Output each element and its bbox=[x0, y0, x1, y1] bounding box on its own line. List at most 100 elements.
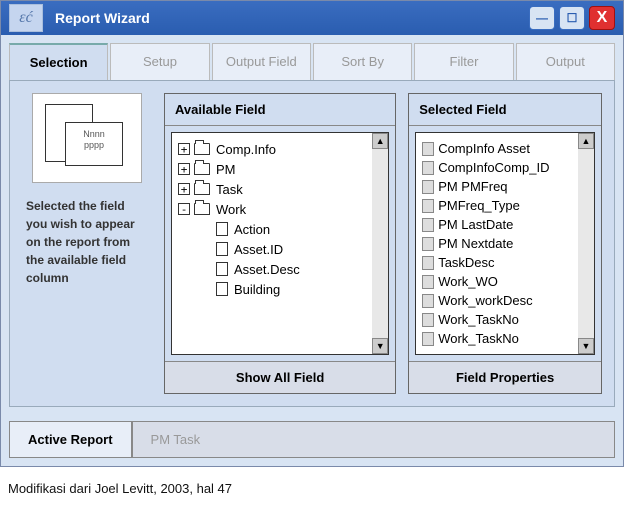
close-button[interactable]: X bbox=[589, 6, 615, 30]
list-item[interactable]: CompInfo Asset bbox=[422, 139, 572, 158]
drag-handle-icon[interactable] bbox=[422, 294, 434, 308]
tree-item-label: Asset.Desc bbox=[234, 262, 300, 277]
list-item-label: Work_workDesc bbox=[438, 293, 532, 308]
list-item[interactable]: Work_workDesc bbox=[422, 291, 572, 310]
list-item-label: CompInfo Asset bbox=[438, 141, 530, 156]
scroll-up-icon[interactable]: ▲ bbox=[578, 133, 594, 149]
app-icon: εć bbox=[9, 4, 43, 32]
scroll-down-icon[interactable]: ▼ bbox=[372, 338, 388, 354]
available-field-box: Available Field + Comp.Info + PM + Task - Work A… bbox=[164, 93, 396, 394]
scroll-track[interactable] bbox=[372, 149, 388, 338]
preview-thumbnail: N Nnnn pppp bbox=[32, 93, 142, 183]
tab-selection[interactable]: Selection bbox=[9, 43, 108, 80]
drag-handle-icon[interactable] bbox=[422, 142, 434, 156]
list-item-label: TaskDesc bbox=[438, 255, 494, 270]
minimize-button[interactable]: — bbox=[529, 6, 555, 30]
drag-handle-icon[interactable] bbox=[422, 313, 434, 327]
list-item-label: PM Nextdate bbox=[438, 236, 513, 251]
tree-item[interactable]: + Comp.Info bbox=[178, 139, 366, 159]
tree-item-label: PM bbox=[216, 162, 236, 177]
list-item[interactable]: CompInfoComp_ID bbox=[422, 158, 572, 177]
tab-output-field[interactable]: Output Field bbox=[212, 43, 311, 80]
tree-item-label: Work bbox=[216, 202, 246, 217]
wizard-tabs: SelectionSetupOutput FieldSort ByFilterO… bbox=[9, 43, 615, 81]
window-title: Report Wizard bbox=[55, 10, 529, 26]
selected-field-body: CompInfo Asset CompInfoComp_ID PM PMFreq PM… bbox=[415, 132, 595, 355]
left-column: N Nnnn pppp Selected the field you wish … bbox=[22, 93, 152, 394]
list-item-label: Work_TaskNo bbox=[438, 331, 519, 346]
tree-item[interactable]: Action bbox=[178, 219, 366, 239]
tab-sort-by[interactable]: Sort By bbox=[313, 43, 412, 80]
selected-field-list[interactable]: CompInfo Asset CompInfoComp_ID PM PMFreq PM… bbox=[416, 133, 578, 354]
preview-text-1: Nnnn bbox=[70, 129, 118, 140]
titlebar: εć Report Wizard — ☐ X bbox=[1, 1, 623, 35]
expand-icon[interactable]: + bbox=[178, 143, 190, 155]
available-scrollbar[interactable]: ▲ ▼ bbox=[372, 133, 388, 354]
collapse-icon[interactable]: - bbox=[178, 203, 190, 215]
drag-handle-icon[interactable] bbox=[422, 275, 434, 289]
scroll-down-icon[interactable]: ▼ bbox=[578, 338, 594, 354]
drag-handle-icon[interactable] bbox=[422, 256, 434, 270]
tree-item-label: Asset.ID bbox=[234, 242, 283, 257]
report-wizard-window: εć Report Wizard — ☐ X SelectionSetupOut… bbox=[0, 0, 624, 467]
image-caption: Modifikasi dari Joel Levitt, 2003, hal 4… bbox=[0, 467, 624, 510]
window-controls: — ☐ X bbox=[529, 6, 615, 30]
document-icon bbox=[216, 282, 228, 296]
available-field-body: + Comp.Info + PM + Task - Work Action Asset.ID Ass… bbox=[171, 132, 389, 355]
scroll-track[interactable] bbox=[578, 149, 594, 338]
preview-text-2: pppp bbox=[70, 140, 118, 151]
list-item-label: Work_WO bbox=[438, 274, 498, 289]
drag-handle-icon[interactable] bbox=[422, 218, 434, 232]
tab-setup[interactable]: Setup bbox=[110, 43, 209, 80]
tree-item-label: Action bbox=[234, 222, 270, 237]
drag-handle-icon[interactable] bbox=[422, 161, 434, 175]
list-item[interactable]: PM PMFreq bbox=[422, 177, 572, 196]
document-icon bbox=[216, 262, 228, 276]
tree-item-label: Comp.Info bbox=[216, 142, 276, 157]
list-item-label: PM PMFreq bbox=[438, 179, 507, 194]
tree-item[interactable]: - Work bbox=[178, 199, 366, 219]
list-item[interactable]: Work_WO bbox=[422, 272, 572, 291]
document-icon bbox=[216, 242, 228, 256]
available-field-header: Available Field bbox=[165, 94, 395, 126]
maximize-button[interactable]: ☐ bbox=[559, 6, 585, 30]
list-item-label: PMFreq_Type bbox=[438, 198, 520, 213]
field-properties-button[interactable]: Field Properties bbox=[409, 361, 601, 393]
selected-scrollbar[interactable]: ▲ ▼ bbox=[578, 133, 594, 354]
list-item[interactable]: PMFreq_Type bbox=[422, 196, 572, 215]
list-item[interactable]: Work_TaskNo bbox=[422, 310, 572, 329]
list-item-label: Work_TaskNo bbox=[438, 312, 519, 327]
selected-field-header: Selected Field bbox=[409, 94, 601, 126]
scroll-up-icon[interactable]: ▲ bbox=[372, 133, 388, 149]
active-report-button[interactable]: Active Report bbox=[9, 421, 132, 458]
tree-item-label: Task bbox=[216, 182, 243, 197]
tree-item[interactable]: + Task bbox=[178, 179, 366, 199]
show-all-field-button[interactable]: Show All Field bbox=[165, 361, 395, 393]
drag-handle-icon[interactable] bbox=[422, 199, 434, 213]
bottom-bar: Active Report PM Task bbox=[9, 421, 615, 458]
tab-filter[interactable]: Filter bbox=[414, 43, 513, 80]
pm-task-button[interactable]: PM Task bbox=[132, 421, 615, 458]
list-item[interactable]: Work_TaskNo bbox=[422, 329, 572, 348]
document-icon bbox=[216, 222, 228, 236]
available-field-tree[interactable]: + Comp.Info + PM + Task - Work Action Asset.ID Ass… bbox=[172, 133, 372, 354]
selected-field-box: Selected Field CompInfo Asset CompInfoCom… bbox=[408, 93, 602, 394]
drag-handle-icon[interactable] bbox=[422, 332, 434, 346]
drag-handle-icon[interactable] bbox=[422, 180, 434, 194]
folder-icon bbox=[194, 183, 210, 195]
preview-page-front: Nnnn pppp bbox=[65, 122, 123, 166]
tree-item[interactable]: Asset.ID bbox=[178, 239, 366, 259]
tab-output[interactable]: Output bbox=[516, 43, 615, 80]
list-item[interactable]: PM LastDate bbox=[422, 215, 572, 234]
folder-icon bbox=[194, 203, 210, 215]
list-item[interactable]: TaskDesc bbox=[422, 253, 572, 272]
tree-item[interactable]: Building bbox=[178, 279, 366, 299]
expand-icon[interactable]: + bbox=[178, 163, 190, 175]
list-item[interactable]: PM Nextdate bbox=[422, 234, 572, 253]
instruction-text: Selected the field you wish to appear on… bbox=[22, 197, 152, 287]
tree-item[interactable]: Asset.Desc bbox=[178, 259, 366, 279]
drag-handle-icon[interactable] bbox=[422, 237, 434, 251]
tree-item[interactable]: + PM bbox=[178, 159, 366, 179]
list-item-label: CompInfoComp_ID bbox=[438, 160, 549, 175]
expand-icon[interactable]: + bbox=[178, 183, 190, 195]
